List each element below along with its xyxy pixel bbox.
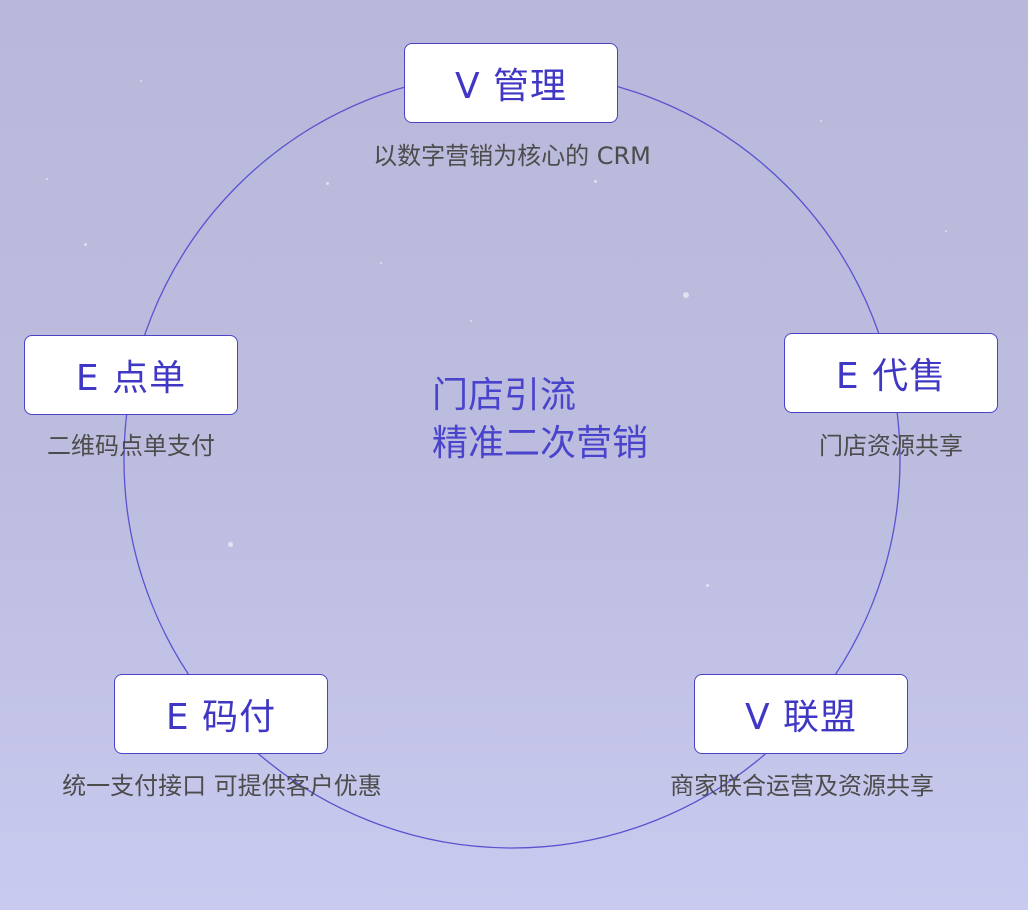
node-description: 统一支付接口 可提供客户优惠: [62, 772, 382, 800]
center-line-1: 门店引流: [432, 375, 577, 416]
node-description: 二维码点单支付: [47, 432, 215, 460]
node-e-code-pay[interactable]: E 码付: [114, 674, 328, 754]
node-description: 以数字营销为核心的 CRM: [373, 142, 651, 170]
node-v-management[interactable]: V 管理: [404, 43, 618, 123]
node-description: 门店资源共享: [819, 432, 963, 460]
node-label: E 码付: [165, 697, 277, 738]
node-label: E 点单: [75, 358, 187, 399]
center-slogan: 门店引流 精准二次营销: [432, 372, 648, 468]
node-label: V 管理: [454, 66, 568, 107]
node-e-order[interactable]: E 点单: [24, 335, 238, 415]
center-line-2: 精准二次营销: [432, 423, 649, 464]
node-label: E 代售: [835, 356, 947, 397]
node-v-alliance[interactable]: V 联盟: [694, 674, 908, 754]
node-description: 商家联合运营及资源共享: [670, 772, 934, 800]
node-label: V 联盟: [744, 697, 858, 738]
node-e-consignment[interactable]: E 代售: [784, 333, 998, 413]
